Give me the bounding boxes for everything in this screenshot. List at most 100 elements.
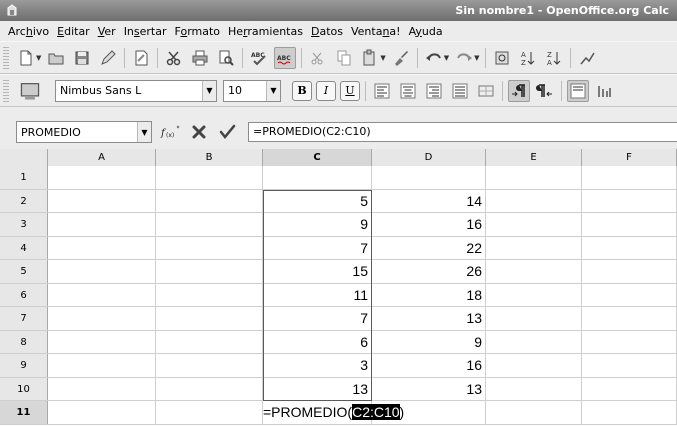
cell-d9[interactable]: 16 — [372, 354, 486, 377]
cell-f10[interactable] — [582, 377, 677, 400]
cut-alt-button[interactable] — [307, 47, 329, 69]
formula-input[interactable]: =PROMEDIO(C2:C10) — [248, 122, 677, 142]
cell-d1[interactable] — [372, 166, 486, 189]
cell-a9[interactable] — [48, 354, 156, 377]
column-header-c[interactable]: C — [263, 149, 372, 166]
cell-b4[interactable] — [156, 236, 263, 259]
cell-e3[interactable] — [486, 213, 582, 236]
name-box[interactable]: PROMEDIO ▼ — [16, 121, 152, 143]
cell-e11[interactable] — [486, 401, 582, 424]
clone-formatting-button[interactable] — [390, 47, 412, 69]
cell-e5[interactable] — [486, 260, 582, 283]
row-header[interactable]: 11 — [0, 401, 48, 424]
menu-item[interactable]: Herramientas — [224, 25, 307, 38]
row-header[interactable]: 6 — [0, 283, 48, 306]
edit-file-button[interactable] — [97, 47, 119, 69]
menu-item[interactable]: Datos — [307, 25, 347, 38]
function-wizard-button[interactable]: f (x) — [160, 123, 182, 141]
cell-d2[interactable]: 14 — [372, 189, 486, 212]
cell-e9[interactable] — [486, 354, 582, 377]
cell-e4[interactable] — [486, 236, 582, 259]
cell-a6[interactable] — [48, 283, 156, 306]
spreadsheet-grid[interactable]: ABCDEF 1 2 5 14 3 9 16 4 7 22 5 15 26 6 11 18 7 7 13 8 6 9 9 3 1… — [0, 149, 677, 426]
text-direction-ltr-button[interactable] — [508, 79, 530, 102]
bold-button[interactable]: B — [292, 80, 312, 101]
column-header-e[interactable]: E — [486, 149, 582, 166]
app-icon[interactable] — [5, 3, 19, 17]
column-header-d[interactable]: D — [372, 149, 486, 166]
cell-f5[interactable] — [582, 260, 677, 283]
cell-a7[interactable] — [48, 307, 156, 330]
italic-button[interactable]: I — [316, 80, 336, 101]
cell-a4[interactable] — [48, 236, 156, 259]
toolbar-grip[interactable] — [3, 46, 9, 69]
column-header-f[interactable]: F — [582, 149, 677, 166]
menu-item[interactable]: Ayuda — [405, 25, 447, 38]
print-button[interactable] — [189, 47, 211, 69]
menu-item[interactable]: Insertar — [120, 25, 171, 38]
cell-f6[interactable] — [582, 283, 677, 306]
cell-c2[interactable]: 5 — [263, 189, 372, 212]
hyperlink-button[interactable] — [491, 47, 513, 69]
sort-ascending-button[interactable]: AZ — [517, 47, 539, 69]
align-vertical-button[interactable] — [593, 80, 615, 102]
cell-b3[interactable] — [156, 213, 263, 236]
cell-f7[interactable] — [582, 307, 677, 330]
export-pdf-button[interactable] — [130, 47, 152, 69]
row-header[interactable]: 2 — [0, 189, 48, 212]
row-header[interactable]: 4 — [0, 236, 48, 259]
font-size-combo[interactable]: 10 ▼ — [223, 79, 281, 102]
cell-c10[interactable]: 13 — [263, 377, 372, 400]
column-header-b[interactable]: B — [156, 149, 263, 166]
cell-d6[interactable]: 18 — [372, 283, 486, 306]
align-left-button[interactable] — [371, 80, 393, 102]
chevron-down-icon[interactable]: ▼ — [202, 80, 216, 101]
cell-c3[interactable]: 9 — [263, 213, 372, 236]
toolbar-grip[interactable] — [3, 79, 9, 102]
cell-d8[interactable]: 9 — [372, 330, 486, 353]
row-header[interactable]: 5 — [0, 260, 48, 283]
text-direction-rtl-button[interactable] — [534, 80, 556, 102]
cell-d10[interactable]: 13 — [372, 377, 486, 400]
cell-a8[interactable] — [48, 330, 156, 353]
cell-c6[interactable]: 11 — [263, 283, 372, 306]
underline-button[interactable]: U — [340, 80, 360, 101]
cell-b2[interactable] — [156, 189, 263, 212]
sort-descending-button[interactable]: ZA — [543, 47, 565, 69]
cell-e1[interactable] — [486, 166, 582, 189]
merge-cells-button[interactable] — [475, 80, 497, 102]
cell-e7[interactable] — [486, 307, 582, 330]
cut-button[interactable] — [163, 47, 185, 69]
copy-button[interactable] — [333, 47, 355, 69]
cell-e10[interactable] — [486, 377, 582, 400]
cell-c9[interactable]: 3 — [263, 354, 372, 377]
cell-a1[interactable] — [48, 166, 156, 189]
align-center-button[interactable] — [397, 80, 419, 102]
cell-f4[interactable] — [582, 236, 677, 259]
chevron-down-icon[interactable]: ▼ — [137, 122, 151, 142]
row-header[interactable]: 1 — [0, 166, 48, 189]
cell-b7[interactable] — [156, 307, 263, 330]
cell-b5[interactable] — [156, 260, 263, 283]
cell-e2[interactable] — [486, 189, 582, 212]
cell-d3[interactable]: 16 — [372, 213, 486, 236]
menu-item[interactable]: Archivo — [4, 25, 53, 38]
autospellcheck-button[interactable]: ABC — [274, 46, 297, 69]
cell-c4[interactable]: 7 — [263, 236, 372, 259]
cancel-button[interactable] — [188, 123, 210, 141]
cell-f9[interactable] — [582, 354, 677, 377]
cell-c7[interactable]: 7 — [263, 307, 372, 330]
menu-item[interactable]: Formato — [171, 25, 225, 38]
align-right-button[interactable] — [423, 80, 445, 102]
cell-b8[interactable] — [156, 330, 263, 353]
cell-b11[interactable] — [156, 401, 263, 424]
cell-c1[interactable] — [263, 166, 372, 189]
cell-f8[interactable] — [582, 330, 677, 353]
redo-button[interactable] — [453, 47, 475, 69]
row-header[interactable]: 3 — [0, 213, 48, 236]
cell-b6[interactable] — [156, 283, 263, 306]
select-all-corner[interactable] — [0, 149, 48, 166]
font-name-combo[interactable]: Nimbus Sans L ▼ — [55, 79, 217, 102]
cell-d5[interactable]: 26 — [372, 260, 486, 283]
cell-e6[interactable] — [486, 283, 582, 306]
